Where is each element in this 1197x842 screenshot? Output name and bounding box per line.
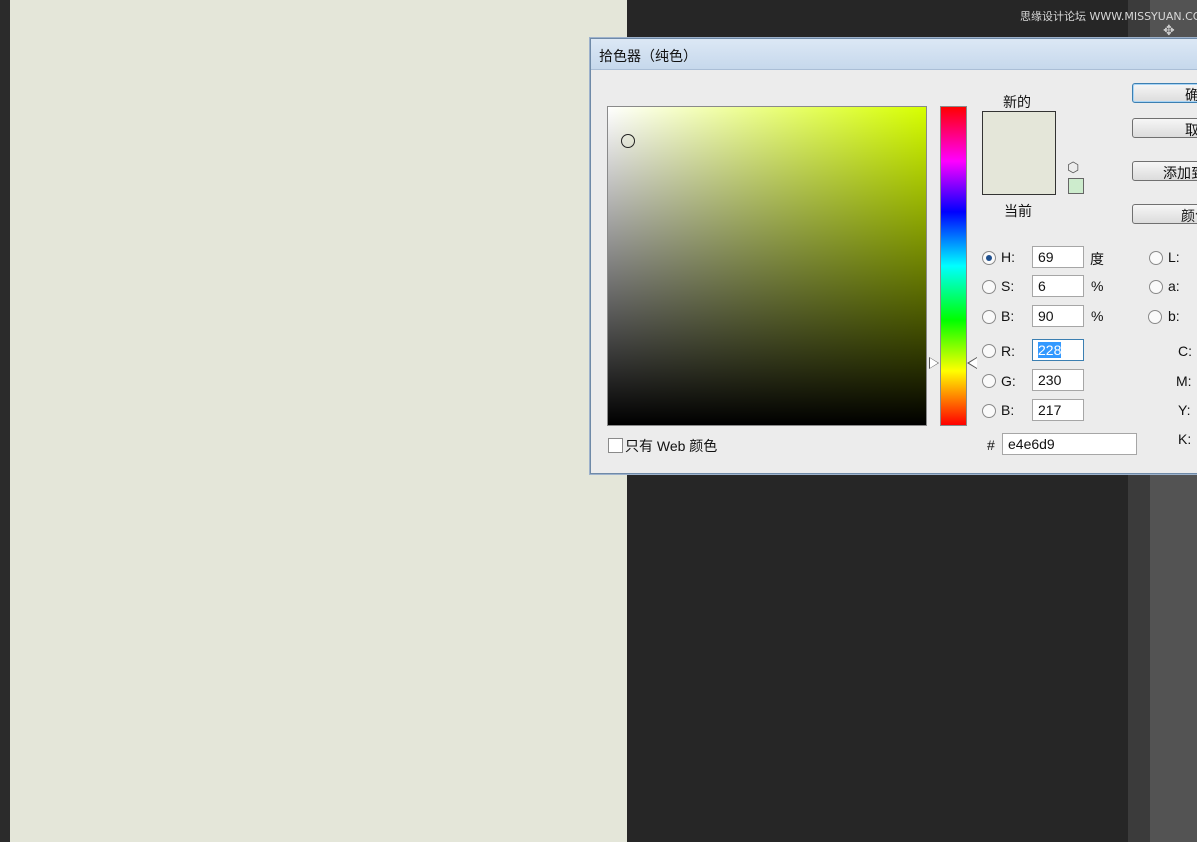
label-g: G: — [1001, 373, 1016, 389]
input-blue[interactable]: 217 — [1032, 399, 1084, 421]
label-b: B: — [1001, 308, 1015, 324]
color-libraries-button[interactable]: 颜色 — [1132, 204, 1197, 224]
cancel-button[interactable]: 取 — [1132, 118, 1197, 138]
input-r-selected-text: 228 — [1038, 342, 1062, 358]
label-lab-b: b: — [1168, 308, 1180, 324]
dialog-titlebar[interactable]: 拾色器（纯色） — [591, 39, 1197, 70]
label-blue: B: — [1001, 402, 1015, 418]
radio-lab-b[interactable] — [1148, 310, 1162, 324]
unit-s: % — [1091, 278, 1104, 294]
websafe-color-swatch[interactable] — [1068, 178, 1084, 194]
unit-b: % — [1091, 308, 1104, 324]
label-a: a: — [1168, 278, 1180, 294]
radio-a[interactable] — [1149, 280, 1163, 294]
radio-blue[interactable] — [982, 404, 996, 418]
new-color-swatch — [983, 112, 1055, 153]
unit-h: 度 — [1090, 251, 1104, 267]
radio-r[interactable] — [982, 344, 996, 358]
dialog-title: 拾色器（纯色） — [599, 48, 697, 64]
radio-s[interactable] — [982, 280, 996, 294]
radio-b[interactable] — [982, 310, 996, 324]
color-picker-dialog: 拾色器（纯色） 新的 当前 ⬡ H: 69 度 S: 6 % B: 90 % R… — [590, 38, 1197, 474]
label-l: L: — [1168, 249, 1180, 265]
label-y: Y: — [1178, 402, 1191, 418]
document-canvas[interactable] — [10, 0, 627, 842]
label-k: K: — [1178, 431, 1192, 447]
web-colors-only-checkbox[interactable] — [608, 438, 623, 453]
left-edge — [0, 0, 10, 842]
hex-hash: # — [987, 437, 995, 453]
input-s[interactable]: 6 — [1032, 275, 1084, 297]
color-field[interactable] — [607, 106, 927, 426]
label-h: H: — [1001, 249, 1015, 265]
out-of-gamut-cube-icon[interactable]: ⬡ — [1067, 159, 1079, 176]
new-color-label: 新的 — [1003, 94, 1031, 110]
radio-g[interactable] — [982, 374, 996, 388]
add-to-swatches-button[interactable]: 添加到 — [1132, 161, 1197, 181]
hue-slider-right-handle-fill — [969, 358, 977, 368]
current-color-swatch[interactable] — [983, 153, 1055, 194]
hue-slider-left-handle-fill — [930, 358, 938, 368]
label-s: S: — [1001, 278, 1015, 294]
input-b[interactable]: 90 — [1032, 305, 1084, 327]
hex-input[interactable]: e4e6d9 — [1002, 433, 1137, 455]
radio-h[interactable] — [982, 251, 996, 265]
label-c: C: — [1178, 343, 1192, 359]
input-g[interactable]: 230 — [1032, 369, 1084, 391]
watermark: 思缘设计论坛 WWW.MISSYUAN.COM — [1020, 10, 1197, 23]
current-color-label: 当前 — [1004, 203, 1032, 219]
radio-l[interactable] — [1149, 251, 1163, 265]
color-swatch — [982, 111, 1056, 195]
ok-button[interactable]: 确 — [1132, 83, 1197, 103]
input-r[interactable]: 228 — [1032, 339, 1084, 361]
web-colors-only-label: 只有 Web 颜色 — [625, 438, 718, 454]
label-m: M: — [1176, 373, 1192, 389]
label-r: R: — [1001, 343, 1015, 359]
input-h[interactable]: 69 — [1032, 246, 1084, 268]
color-picker-circle-icon[interactable] — [621, 134, 635, 148]
hue-slider[interactable] — [940, 106, 967, 426]
